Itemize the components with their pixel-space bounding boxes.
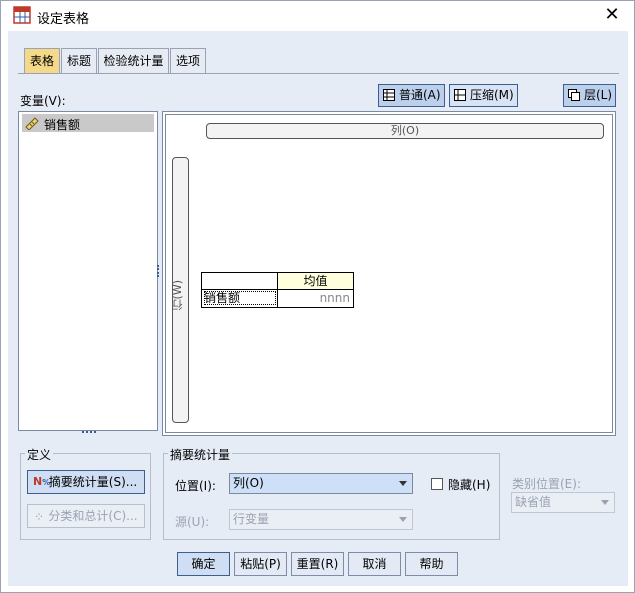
- categories-totals-button[interactable]: ⁘ 分类和总计(C)...: [27, 504, 145, 528]
- category-position-select[interactable]: 缺省值: [511, 492, 615, 513]
- categories-totals-label: 分类和总计(C)...: [48, 509, 138, 523]
- tab-options[interactable]: 选项: [170, 48, 206, 74]
- chevron-down-icon: [399, 481, 407, 486]
- tab-test-statistics[interactable]: 检验统计量: [98, 48, 169, 74]
- tab-divider: [18, 73, 619, 74]
- table-icon: [383, 89, 395, 101]
- list-item[interactable]: 销售额: [22, 114, 154, 132]
- layers-label: 层(L): [584, 88, 613, 102]
- preview-column-header[interactable]: 均值: [277, 272, 354, 290]
- variable-name: 销售额: [44, 118, 81, 132]
- layers-icon: [568, 89, 580, 101]
- preview-row-label[interactable]: 销售额: [201, 290, 278, 308]
- splitter-handle[interactable]: [157, 265, 160, 277]
- summary-statistics-title: 摘要统计量: [168, 446, 233, 463]
- table-app-icon: [13, 6, 31, 24]
- tab-table[interactable]: 表格: [24, 48, 60, 74]
- ok-button[interactable]: 确定: [177, 552, 230, 576]
- source-label: 源(U):: [175, 515, 210, 529]
- category-position-label: 类别位置(E):: [512, 477, 581, 491]
- chevron-down-icon: [399, 517, 407, 522]
- variable-list[interactable]: 销售额: [18, 111, 158, 431]
- normal-view-button[interactable]: 普通(A): [378, 84, 445, 107]
- close-button[interactable]: ✕: [596, 2, 628, 28]
- hide-label: 隐藏(H): [448, 478, 491, 492]
- dots-icon: ⁘: [34, 510, 45, 524]
- compact-view-button[interactable]: 压缩(M): [449, 84, 518, 107]
- position-select[interactable]: 列(O): [229, 473, 413, 494]
- summary-statistics-button[interactable]: N% 摘要统计量(S)...: [27, 470, 145, 494]
- preview-data-cell: nnnn: [277, 290, 354, 308]
- hide-checkbox[interactable]: [431, 478, 443, 490]
- normal-view-label: 普通(A): [399, 88, 441, 102]
- preview-corner-cell: [201, 272, 278, 290]
- define-group-title: 定义: [25, 446, 54, 463]
- category-position-value: 缺省值: [515, 495, 552, 509]
- compact-table-icon: [454, 89, 466, 101]
- columns-drop-zone[interactable]: 列(O): [206, 123, 604, 139]
- reset-button[interactable]: 重置(R): [291, 552, 344, 576]
- chevron-down-icon: [601, 500, 609, 505]
- scale-ruler-icon: [25, 117, 39, 130]
- cancel-button[interactable]: 取消: [348, 552, 401, 576]
- close-icon[interactable]: ✕: [604, 4, 619, 25]
- compact-view-label: 压缩(M): [470, 88, 514, 102]
- position-label: 位置(I):: [175, 479, 216, 493]
- source-value: 行变量: [233, 512, 270, 526]
- tab-titles[interactable]: 标题: [61, 48, 97, 74]
- title-bar: 设定表格 ✕: [0, 0, 635, 31]
- help-button[interactable]: 帮助: [405, 552, 458, 576]
- window-title: 设定表格: [37, 12, 90, 27]
- summary-statistics-label: 摘要统计量(S)...: [48, 475, 138, 489]
- focus-outline: [204, 291, 276, 305]
- resize-handle[interactable]: [82, 431, 96, 434]
- source-select[interactable]: 行变量: [229, 509, 413, 530]
- variables-label: 变量(V):: [20, 94, 66, 108]
- layers-button[interactable]: 层(L): [563, 84, 616, 107]
- n-percent-icon: N%: [33, 475, 51, 488]
- rows-label: 行(W): [171, 280, 184, 311]
- position-value: 列(O): [233, 476, 264, 490]
- paste-button[interactable]: 粘贴(P): [234, 552, 287, 576]
